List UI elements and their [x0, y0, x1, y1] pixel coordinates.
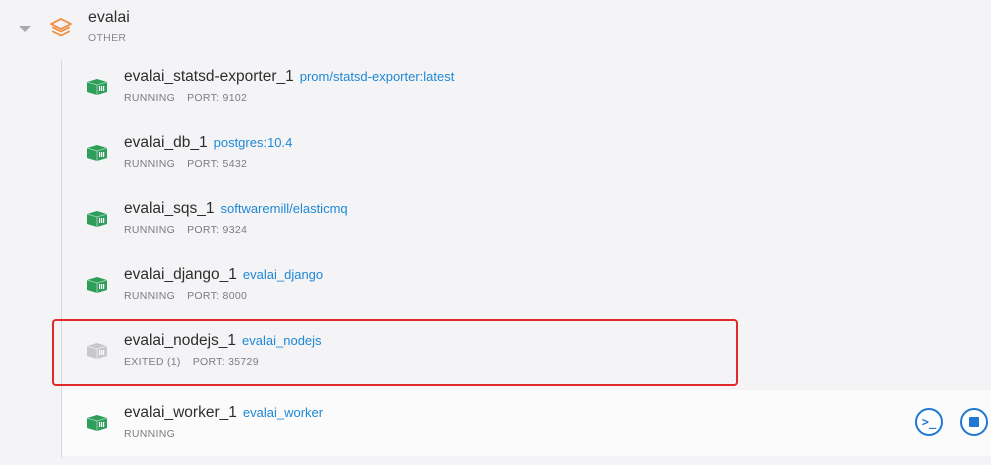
- stop-container-button[interactable]: [960, 408, 988, 436]
- stop-icon: [969, 417, 979, 427]
- stack-type: OTHER: [88, 32, 127, 44]
- container-icon: [86, 211, 108, 227]
- container-name: evalai_nodejs_1 evalai_nodejs: [124, 332, 322, 350]
- image-link[interactable]: softwaremill/elasticmq: [220, 201, 347, 216]
- image-link[interactable]: postgres:10.4: [214, 135, 293, 150]
- container-status: RUNNING PORT: 5432: [124, 158, 247, 170]
- open-terminal-button[interactable]: >_: [915, 408, 943, 436]
- container-name: evalai_django_1 evalai_django: [124, 266, 323, 284]
- status-text: EXITED (1): [124, 356, 181, 368]
- stack-header[interactable]: evalai OTHER: [0, 0, 991, 56]
- container-status: EXITED (1) PORT: 35729: [124, 356, 259, 368]
- image-link[interactable]: prom/statsd-exporter:latest: [300, 69, 455, 84]
- status-text: RUNNING: [124, 290, 176, 302]
- status-text: RUNNING: [124, 428, 176, 440]
- container-name: evalai_worker_1 evalai_worker: [124, 404, 323, 422]
- chevron-down-icon[interactable]: [19, 26, 31, 32]
- container-status: RUNNING PORT: 9324: [124, 224, 247, 236]
- port-text: PORT: 8000: [187, 290, 248, 302]
- container-status: RUNNING PORT: 8000: [124, 290, 247, 302]
- container-row-db[interactable]: evalai_db_1 postgres:10.4 RUNNING PORT: 54…: [62, 120, 991, 186]
- image-link[interactable]: evalai_nodejs: [242, 333, 322, 348]
- container-status: RUNNING: [124, 428, 175, 440]
- terminal-icon: >_: [921, 415, 937, 429]
- container-list: evalai OTHER evalai_statsd-exporter_1 pro…: [0, 0, 991, 465]
- container-name: evalai_db_1 postgres:10.4: [124, 134, 292, 152]
- container-row-nodejs[interactable]: evalai_nodejs_1 evalai_nodejs EXITED (1) P…: [62, 318, 991, 384]
- port-text: PORT: 9102: [187, 92, 248, 104]
- port-text: PORT: 35729: [192, 356, 259, 368]
- container-name-text: evalai_worker_1: [124, 404, 237, 421]
- container-name-text: evalai_nodejs_1: [124, 332, 237, 349]
- container-row-worker[interactable]: evalai_worker_1 evalai_worker RUNNING >_: [62, 390, 991, 456]
- layers-icon: [50, 18, 72, 37]
- container-icon: [86, 277, 108, 293]
- container-row-django[interactable]: evalai_django_1 evalai_django RUNNING PORT…: [62, 252, 991, 318]
- container-name-text: evalai_statsd-exporter_1: [124, 68, 294, 85]
- image-link[interactable]: evalai_worker: [243, 405, 323, 420]
- container-icon: [86, 79, 108, 95]
- status-text: RUNNING: [124, 224, 176, 236]
- container-row-sqs[interactable]: evalai_sqs_1 softwaremill/elasticmq RUNNI…: [62, 186, 991, 252]
- container-icon: [86, 343, 108, 359]
- stack-name: evalai: [88, 9, 130, 26]
- image-link[interactable]: evalai_django: [243, 267, 323, 282]
- container-name: evalai_statsd-exporter_1 prom/statsd-expo…: [124, 68, 454, 86]
- container-icon: [86, 415, 108, 431]
- port-text: PORT: 5432: [187, 158, 248, 170]
- status-text: RUNNING: [124, 92, 176, 104]
- container-name-text: evalai_django_1: [124, 266, 237, 283]
- container-icon: [86, 145, 108, 161]
- container-status: RUNNING PORT: 9102: [124, 92, 247, 104]
- container-name-text: evalai_sqs_1: [124, 200, 215, 217]
- status-text: RUNNING: [124, 158, 176, 170]
- container-name-text: evalai_db_1: [124, 134, 208, 151]
- container-name: evalai_sqs_1 softwaremill/elasticmq: [124, 200, 348, 218]
- container-row-statsd-exporter[interactable]: evalai_statsd-exporter_1 prom/statsd-expo…: [62, 54, 991, 120]
- port-text: PORT: 9324: [187, 224, 248, 236]
